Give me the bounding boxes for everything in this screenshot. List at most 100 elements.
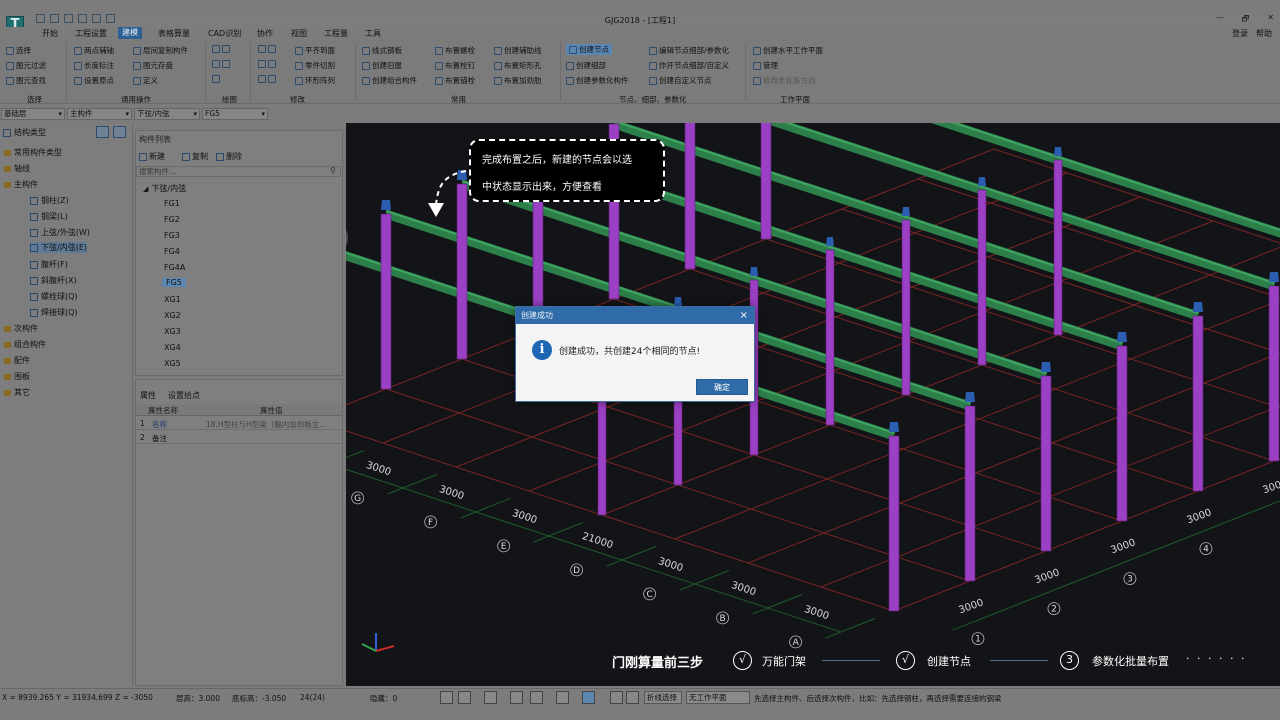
copy-component-button[interactable]: 复制	[182, 151, 208, 162]
grid-view-icon[interactable]	[113, 126, 126, 138]
set-origin-button[interactable]: 设置原点	[74, 75, 114, 86]
angle-toggle[interactable]	[556, 691, 569, 704]
polyline-select-button[interactable]: 折线选择	[644, 691, 682, 704]
tree-item-diagonal[interactable]: 斜腹杆(X)	[30, 275, 77, 286]
edit-tools-row3[interactable]	[258, 75, 276, 83]
two-point-axis-button[interactable]: 两点辅轴	[74, 45, 114, 56]
model-canvas[interactable]: HGFEDCBA12343000300030003000210003000300…	[346, 123, 1280, 686]
tab-project-settings[interactable]: 工程设置	[75, 28, 107, 39]
component-item[interactable]: XG1	[164, 295, 181, 304]
grid-toggle[interactable]	[610, 691, 623, 704]
delete-component-button[interactable]: 删除	[216, 151, 242, 162]
create-assembly-button[interactable]: 创建组合构件	[362, 75, 417, 86]
create-custom-node-button[interactable]: 创建自定义节点	[649, 75, 712, 86]
workplane-select[interactable]: 无工作平面	[686, 691, 750, 704]
create-node-button[interactable]: 创建节点	[566, 44, 612, 55]
component-item[interactable]: XG5	[164, 359, 181, 368]
restore-button[interactable]: 🗗	[1242, 13, 1250, 27]
search-icon[interactable]: ⚲	[330, 166, 336, 175]
change-coord-button[interactable]: 修改坐标系方向	[753, 75, 816, 86]
category-select[interactable]: 主构件	[67, 108, 132, 120]
tree-item-common[interactable]: 常用构件类型	[4, 147, 62, 158]
tree-item-secondary[interactable]: 次构件	[4, 323, 38, 334]
help-menu[interactable]: 帮助	[1256, 28, 1272, 39]
tree-item-steel-beam[interactable]: 钢梁(L)	[30, 211, 68, 222]
new-component-button[interactable]: 新建	[139, 151, 165, 162]
component-item[interactable]: XG2	[164, 311, 181, 320]
minimize-button[interactable]: —	[1216, 13, 1224, 27]
close-button[interactable]: ✕	[1267, 13, 1274, 27]
tree-item-upper-chord[interactable]: 上弦/外弦(W)	[30, 227, 90, 238]
component-item[interactable]: FG4A	[164, 263, 185, 272]
create-parametric-button[interactable]: 创建参数化构件	[566, 75, 629, 86]
place-bolt-button[interactable]: 布置螺栓	[435, 45, 475, 56]
tree-item-accessory[interactable]: 配件	[4, 355, 30, 366]
component-group[interactable]: ◢ 下弦/内弦	[143, 183, 186, 194]
tab-cad-recognition[interactable]: CAD识别	[208, 28, 241, 39]
circular-array-button[interactable]: 环形阵列	[295, 75, 335, 86]
edit-tools-row2[interactable]	[258, 60, 276, 68]
model-viewport-3d[interactable]: HGFEDCBA12343000300030003000210003000300…	[346, 123, 1280, 686]
draw-line-tool[interactable]	[212, 60, 230, 68]
select-button[interactable]: 选择	[6, 45, 31, 56]
tab-collaboration[interactable]: 协作	[257, 28, 273, 39]
layer-toggle[interactable]	[626, 691, 639, 704]
tree-item-main[interactable]: 主构件	[4, 179, 38, 190]
place-anchor-button[interactable]: 布置锚栓	[435, 75, 475, 86]
place-stud-button[interactable]: 布置栓钉	[435, 60, 475, 71]
copy-layer-button[interactable]: 层间复制构件	[133, 45, 188, 56]
dialog-ok-button[interactable]: 确定	[696, 379, 748, 395]
save-element-button[interactable]: 图元存盘	[133, 60, 173, 71]
tab-pick-points[interactable]: 设置拾点	[168, 390, 200, 401]
component-item[interactable]: FG4	[164, 247, 180, 256]
component-item[interactable]: FG1	[164, 199, 180, 208]
tree-item-bolt-ball[interactable]: 螺栓球(Q)	[30, 291, 78, 302]
tree-item-panel[interactable]: 围板	[4, 371, 30, 382]
create-workplane-button[interactable]: 创建水平工作平面	[753, 45, 823, 56]
ortho-toggle[interactable]	[510, 691, 523, 704]
draw-rect-tool[interactable]	[212, 75, 220, 83]
component-item-selected[interactable]: FG5	[162, 278, 186, 287]
create-detail-button[interactable]: 创建细部	[566, 60, 606, 71]
login-link[interactable]: 登录	[1232, 28, 1248, 39]
snap-toggle[interactable]	[440, 691, 453, 704]
tree-item-web-member[interactable]: 腹杆(F)	[30, 259, 68, 270]
draw-point-tool[interactable]	[212, 45, 230, 53]
part-cut-button[interactable]: 零件切割	[295, 60, 335, 71]
tree-item-axis[interactable]: 轴线	[4, 163, 30, 174]
tree-item-lower-chord[interactable]: 下弦/内弦(E)	[30, 242, 87, 253]
edit-tools-row1[interactable]	[258, 45, 276, 53]
create-aux-line-button[interactable]: 创建辅助线	[494, 45, 542, 56]
tree-item-steel-column[interactable]: 钢柱(Z)	[30, 195, 69, 206]
explode-node-button[interactable]: 炸开节点细部/自定义	[649, 60, 729, 71]
tab-tools[interactable]: 工具	[365, 28, 381, 39]
rect-hole-button[interactable]: 布置矩形孔	[494, 60, 542, 71]
property-row[interactable]: 1 名称 18.H型柱与H型梁（腹内加劲板立...	[136, 418, 342, 430]
rect-select-toggle[interactable]	[458, 691, 471, 704]
define-button[interactable]: 定义	[133, 75, 158, 86]
type-select[interactable]: 下弦/内弦	[134, 108, 200, 120]
tab-table-quantity[interactable]: 表格算量	[158, 28, 190, 39]
component-search-input[interactable]: 搜索构件...	[136, 166, 341, 177]
tab-modeling[interactable]: 建模	[118, 27, 142, 39]
list-view-icon[interactable]	[96, 126, 109, 138]
floor-select[interactable]: 基础层	[1, 108, 65, 120]
find-button[interactable]: 图元查找	[6, 75, 46, 86]
dialog-close-button[interactable]: ×	[740, 307, 748, 324]
tab-start[interactable]: 开始	[42, 28, 58, 39]
align-to-face-button[interactable]: 平齐到面	[295, 45, 335, 56]
object-snap-toggle[interactable]	[530, 691, 543, 704]
edit-node-detail-button[interactable]: 编辑节点细部/参数化	[649, 45, 729, 56]
tree-item-other[interactable]: 其它	[4, 387, 30, 398]
manage-button[interactable]: 管理	[753, 60, 778, 71]
tree-item-assembly[interactable]: 组合构件	[4, 339, 46, 350]
property-row[interactable]: 2 备注	[136, 432, 342, 444]
tab-properties[interactable]: 属性	[140, 390, 156, 401]
component-item[interactable]: XG3	[164, 327, 181, 336]
component-item[interactable]: FG3	[164, 231, 180, 240]
dimension-button[interactable]: 长度标注	[74, 60, 114, 71]
filter-button[interactable]: 图元过滤	[6, 60, 46, 71]
component-item[interactable]: FG2	[164, 215, 180, 224]
view-toggle[interactable]	[484, 691, 497, 704]
line-plate-button[interactable]: 线式钢板	[362, 45, 402, 56]
